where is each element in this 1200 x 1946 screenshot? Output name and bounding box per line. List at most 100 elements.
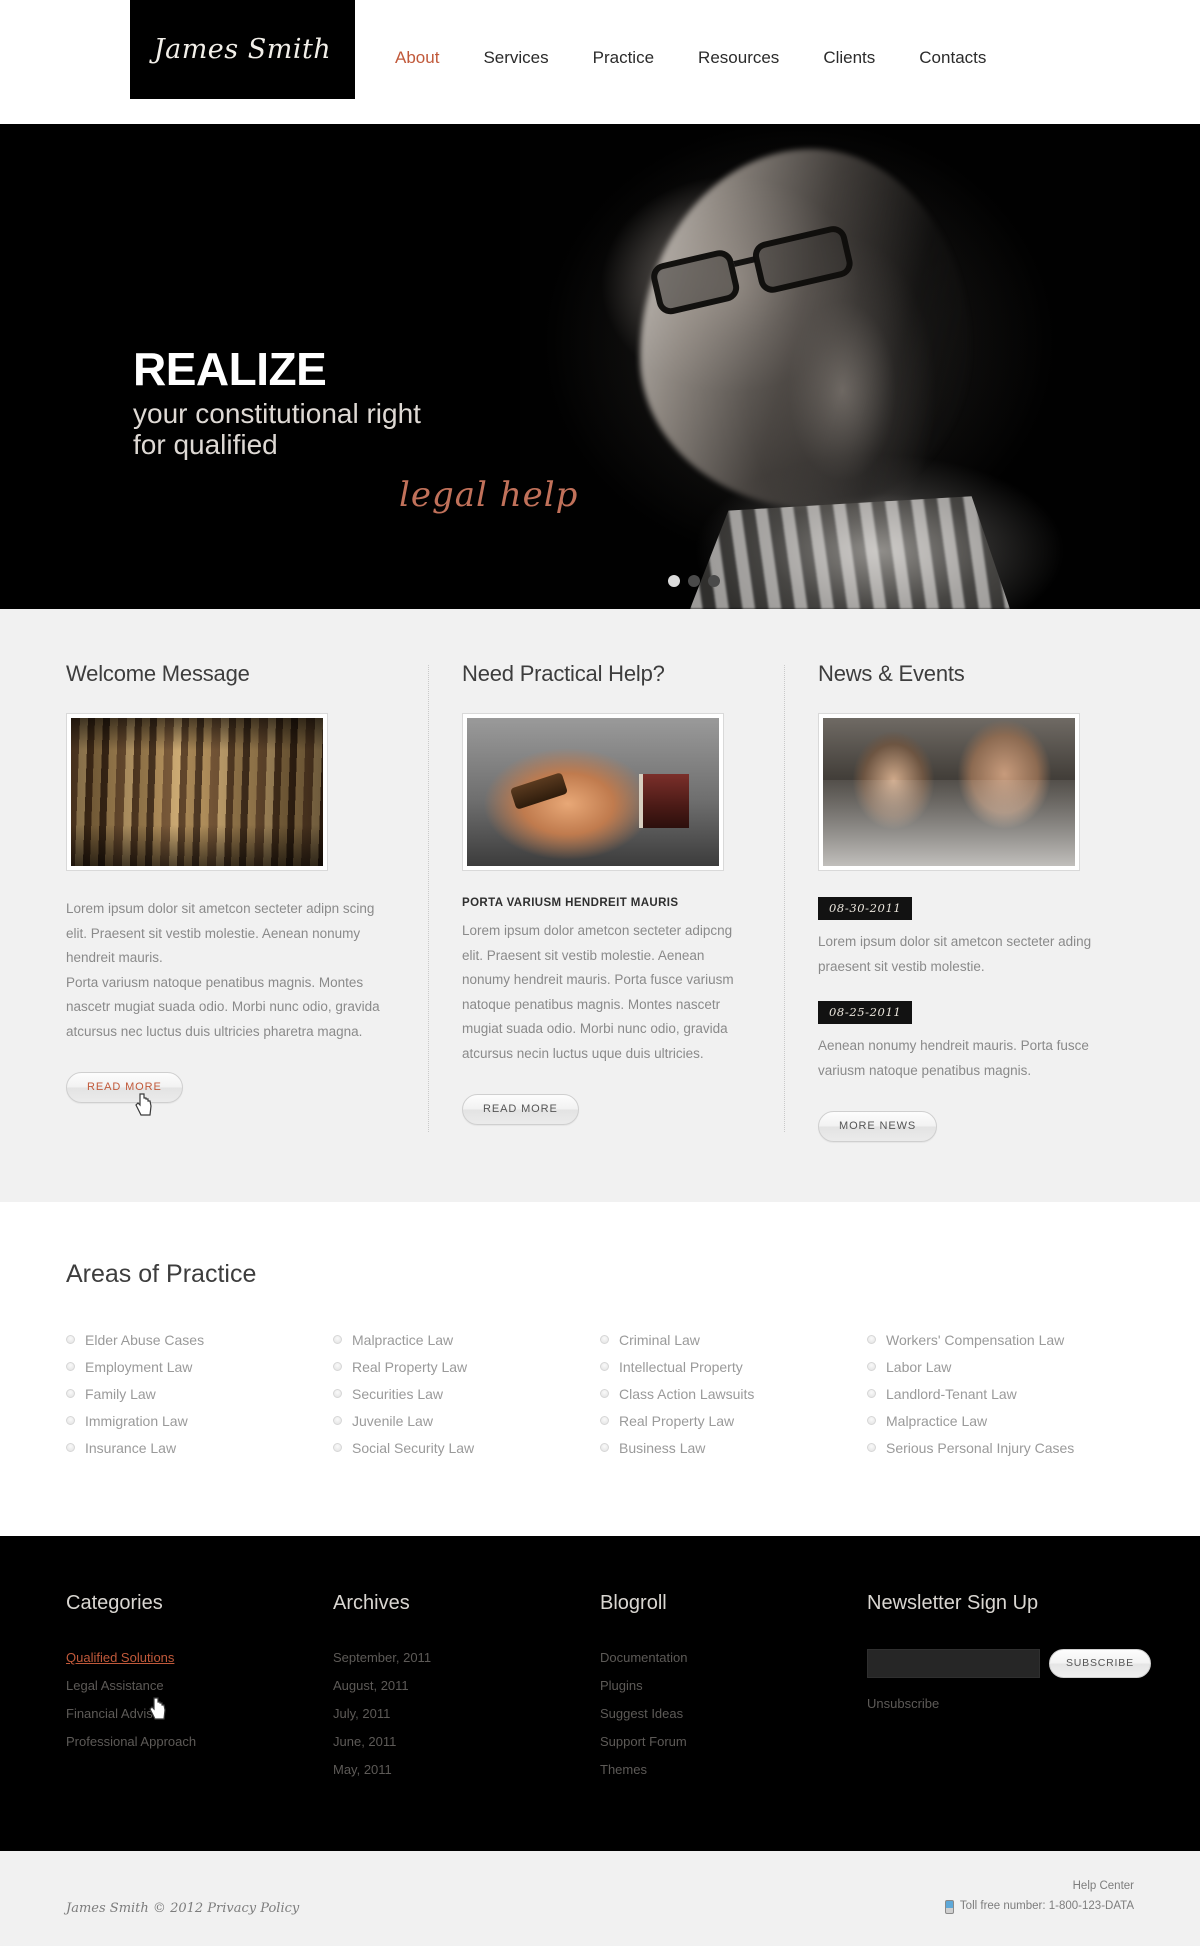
newsletter-form: SUBSCRIBE <box>867 1649 1151 1679</box>
footer-contact-info: Help Center Toll free number: 1-800-123-… <box>944 1877 1134 1916</box>
newsletter-email-input[interactable] <box>867 1649 1040 1679</box>
list-item: Malpractice Law <box>867 1412 1134 1430</box>
footer-newsletter: Newsletter Sign Up SUBSCRIBE Unsubscribe <box>867 1592 1151 1789</box>
welcome-message-title: Welcome Message <box>66 661 250 686</box>
practice-label: Real Property Law <box>619 1412 735 1429</box>
practice-link[interactable]: Family Law <box>66 1386 156 1402</box>
unsubscribe-link[interactable]: Unsubscribe <box>867 1696 939 1711</box>
hero-subline-2: for qualified <box>133 429 278 461</box>
practical-help-button-row: READ MORE <box>462 1094 752 1126</box>
footer-link-qualified-solutions[interactable]: Qualified Solutions <box>66 1650 174 1665</box>
footer-archive-link[interactable]: May, 2011 <box>333 1762 392 1777</box>
practice-link[interactable]: Intellectual Property <box>600 1359 743 1375</box>
footer-blogroll-link[interactable]: Documentation <box>600 1650 687 1665</box>
list-item: Criminal Law <box>600 1331 867 1349</box>
practice-link[interactable]: Malpractice Law <box>333 1332 453 1348</box>
bullet-icon <box>600 1443 609 1453</box>
footer-blogroll-link[interactable]: Plugins <box>600 1678 643 1693</box>
read-more-button-practical[interactable]: READ MORE <box>462 1094 579 1126</box>
nav-item-practice[interactable]: Practice <box>593 48 698 68</box>
slider-dot-1[interactable] <box>668 575 680 587</box>
slider-dot-3[interactable] <box>708 575 720 587</box>
more-news-button[interactable]: MORE NEWS <box>818 1111 938 1143</box>
footer-archive-link[interactable]: June, 2011 <box>333 1734 396 1749</box>
practice-link[interactable]: Class Action Lawsuits <box>600 1386 754 1402</box>
practical-help-thumbnail[interactable] <box>462 713 724 871</box>
practical-help-paragraph: Lorem ipsum dolor ametcon secteter adipc… <box>462 923 734 1061</box>
footer-archives-title: Archives <box>333 1592 410 1615</box>
footer-archive-link[interactable]: July, 2011 <box>333 1706 390 1721</box>
practice-link[interactable]: Serious Personal Injury Cases <box>867 1440 1074 1456</box>
practice-link[interactable]: Malpractice Law <box>867 1413 987 1429</box>
nav-item-contacts[interactable]: Contacts <box>919 48 1030 68</box>
news-text: Lorem ipsum dolor sit ametcon secteter a… <box>818 934 1092 974</box>
logo[interactable]: James Smith <box>130 0 355 99</box>
practice-link[interactable]: Elder Abuse Cases <box>66 1332 204 1348</box>
list-item: Elder Abuse Cases <box>66 1331 333 1349</box>
practice-column-2: Malpractice Law Real Property Law Securi… <box>333 1331 600 1466</box>
nav-item-about[interactable]: About <box>395 48 483 68</box>
footer-archive-link[interactable]: August, 2011 <box>333 1678 409 1693</box>
list-item: Immigration Law <box>66 1412 333 1430</box>
practice-link[interactable]: Juvenile Law <box>333 1413 433 1429</box>
intro-section: Welcome Message Lorem ipsum dolor sit am… <box>0 609 1200 1203</box>
practice-label: Immigration Law <box>85 1412 188 1429</box>
slider-pagination <box>668 575 720 587</box>
nav-item-clients[interactable]: Clients <box>823 48 919 68</box>
list-item: Support Forum <box>600 1733 867 1751</box>
practice-link[interactable]: Securities Law <box>333 1386 443 1402</box>
bullet-icon <box>66 1362 75 1372</box>
practice-label: Class Action Lawsuits <box>619 1385 755 1402</box>
practice-label: Landlord-Tenant Law <box>886 1385 1017 1402</box>
subscribe-button[interactable]: SUBSCRIBE <box>1049 1649 1151 1679</box>
list-item: Legal Assistance <box>66 1677 333 1695</box>
footer-blogroll-link[interactable]: Themes <box>600 1762 647 1777</box>
footer-link-professional-approach[interactable]: Professional Approach <box>66 1734 196 1749</box>
help-center-link[interactable]: Help Center <box>1073 1880 1134 1892</box>
practice-link[interactable]: Landlord-Tenant Law <box>867 1386 1017 1402</box>
practice-link[interactable]: Immigration Law <box>66 1413 188 1429</box>
list-item: Documentation <box>600 1649 867 1667</box>
footer-link-legal-assistance[interactable]: Legal Assistance <box>66 1678 164 1693</box>
footer-blogroll-link[interactable]: Suggest Ideas <box>600 1706 683 1721</box>
hero-script-text: legal help <box>399 475 579 515</box>
practical-help-subhead: PORTA VARIUSM HENDREIT MAURIS <box>462 897 679 909</box>
practice-link[interactable]: Labor Law <box>867 1359 951 1375</box>
list-item: Themes <box>600 1761 867 1779</box>
bullet-icon <box>600 1335 609 1345</box>
hero-caption: REALIZE your constitutional right for qu… <box>133 346 421 461</box>
practice-link[interactable]: Employment Law <box>66 1359 192 1375</box>
practice-link[interactable]: Social Security Law <box>333 1440 474 1456</box>
footer-newsletter-title: Newsletter Sign Up <box>867 1592 1039 1615</box>
news-thumbnail[interactable] <box>818 713 1080 871</box>
practice-label: Intellectual Property <box>619 1358 743 1375</box>
practice-link[interactable]: Insurance Law <box>66 1440 176 1456</box>
list-item: Family Law <box>66 1385 333 1403</box>
footer-blogroll-title: Blogroll <box>600 1592 667 1615</box>
welcome-thumbnail[interactable] <box>66 713 328 871</box>
copyright-text: James Smith © 2012 Privacy Policy <box>66 1901 299 1916</box>
list-item: August, 2011 <box>333 1677 600 1695</box>
practice-link[interactable]: Real Property Law <box>600 1413 734 1429</box>
bullet-icon <box>333 1416 342 1426</box>
read-more-button-welcome[interactable]: READ MORE <box>66 1072 183 1104</box>
column-news-events: News & Events 08-30-2011 Lorem ipsum dol… <box>778 661 1134 1143</box>
practical-help-title: Need Practical Help? <box>462 661 665 686</box>
practice-link[interactable]: Criminal Law <box>600 1332 700 1348</box>
footer-categories-title: Categories <box>66 1592 163 1615</box>
welcome-paragraph-1: Lorem ipsum dolor sit ametcon secteter a… <box>66 901 375 966</box>
practice-link[interactable]: Business Law <box>600 1440 705 1456</box>
practice-link[interactable]: Real Property Law <box>333 1359 467 1375</box>
nav-item-services[interactable]: Services <box>483 48 592 68</box>
bullet-icon <box>600 1389 609 1399</box>
practice-label: Insurance Law <box>85 1439 177 1456</box>
footer-archive-link[interactable]: September, 2011 <box>333 1650 431 1665</box>
copyright-symbol: © <box>152 1901 166 1917</box>
practice-link[interactable]: Workers' Compensation Law <box>867 1332 1064 1348</box>
slider-dot-2[interactable] <box>688 575 700 587</box>
footer-blogroll-link[interactable]: Support Forum <box>600 1734 687 1749</box>
footer-link-financial-advisor[interactable]: Financial Advisor <box>66 1706 164 1721</box>
privacy-policy-link[interactable]: 2012 Privacy Policy <box>170 1901 299 1916</box>
nav-item-resources[interactable]: Resources <box>698 48 823 68</box>
copyright-bar: James Smith © 2012 Privacy Policy Help C… <box>0 1849 1200 1946</box>
